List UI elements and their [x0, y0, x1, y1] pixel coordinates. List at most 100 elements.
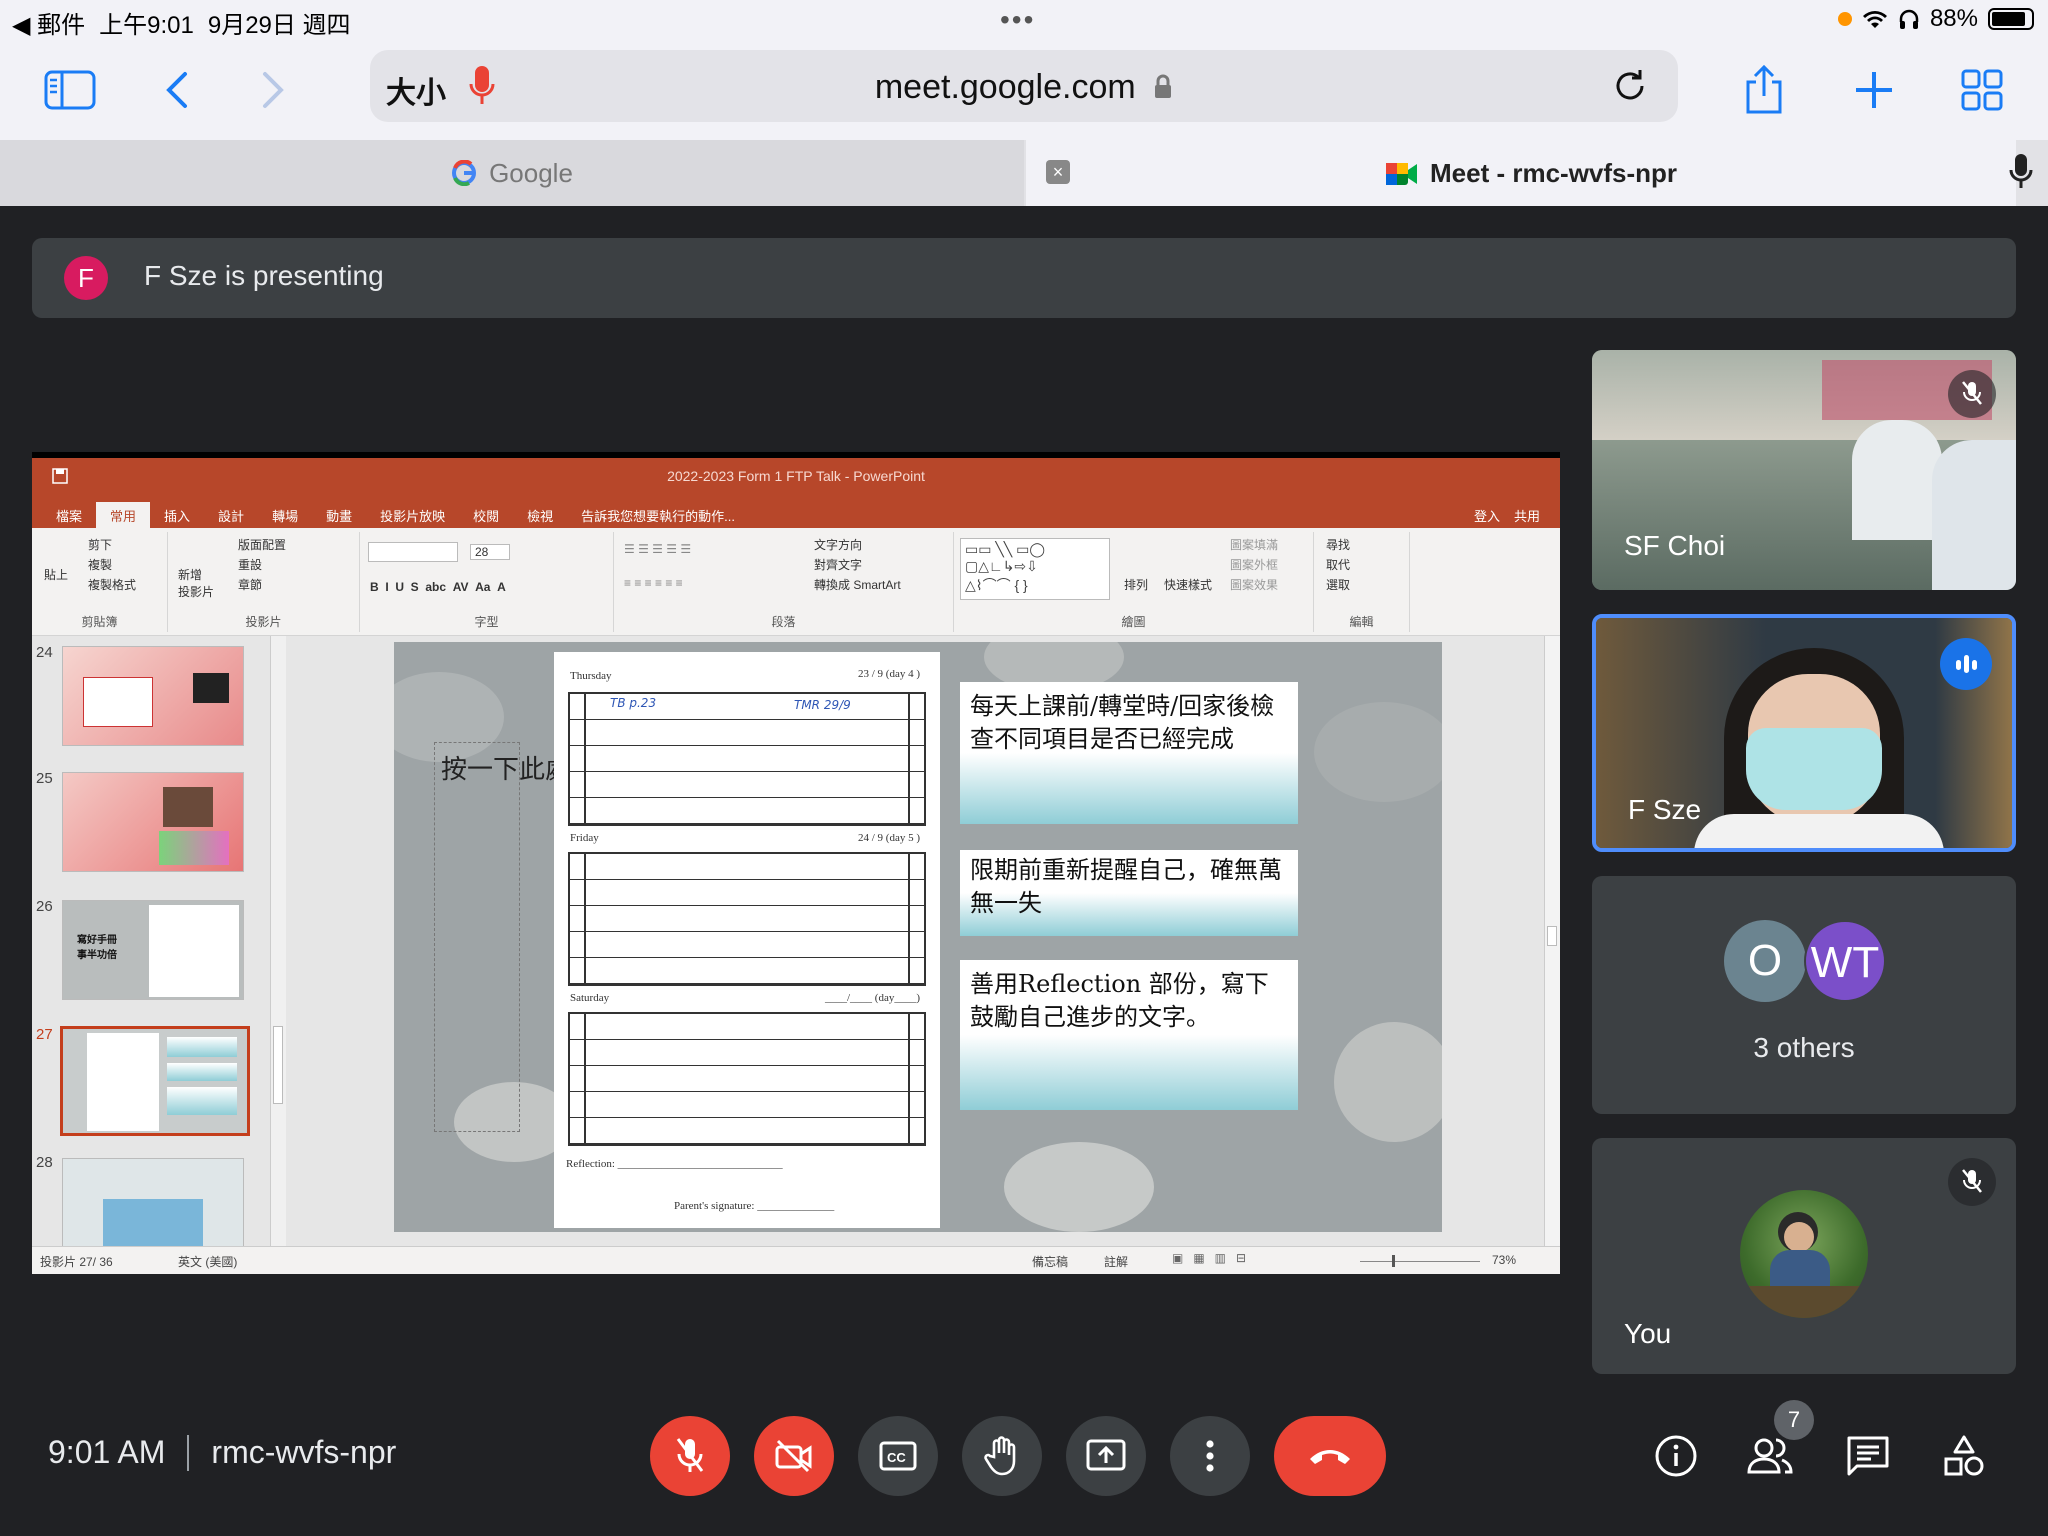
ppt-tab: 動畫 [326, 509, 353, 524]
ppt-tab: 校閱 [473, 509, 500, 524]
activities-button[interactable] [1934, 1426, 1994, 1486]
ribbon-group-font: 28 B I U S abc AV Aa A 字型 [360, 532, 614, 632]
captions-button[interactable]: CC [858, 1416, 938, 1496]
google-icon [452, 160, 477, 186]
address-bar[interactable]: 大小 meet.google.com [370, 50, 1678, 122]
participant-name: SF Choi [1624, 530, 1726, 561]
ribbon-group-drawing: ▭▭ ╲╲ ▭◯ ▢△∟↳⇨⇩ △⌇⌒⌒ { } 排列 快速樣式 圖案填滿 圖案… [954, 532, 1314, 632]
ppt-share: 共用 [1513, 509, 1540, 524]
thumbnail-scrollbar [270, 636, 286, 1246]
browser-toolbar: 大小 meet.google.com [0, 40, 2048, 140]
ppt-ribbon: 貼上 剪下 複製 複製格式 剪貼簿 新增 投影片 版面配置 重設 章節 投影片 … [32, 528, 1560, 636]
slide-canvas: 按一下此處 Thursday 23 / 9 (day 4 ) TB p.23 T… [394, 642, 1442, 1232]
divider [187, 1434, 190, 1471]
mic-off-icon [676, 1438, 704, 1472]
status-bar: ◀ 郵件 上午9:01 9月29日 週四 ••• 88% [0, 0, 2048, 40]
ppt-tab: 插入 [164, 509, 191, 524]
wifi-icon [1862, 11, 1887, 28]
lock-icon [1155, 74, 1172, 98]
presenting-text: F Sze is presenting [144, 260, 384, 291]
ribbon-group-editing: 尋找 取代 選取 編輯 [1314, 532, 1410, 632]
present-screen-button[interactable] [1066, 1416, 1146, 1496]
ppt-tab: 轉場 [272, 509, 299, 524]
battery-icon [1988, 8, 2034, 30]
muted-icon [1948, 370, 1996, 418]
presenting-banner: F F Sze is presenting [32, 238, 2016, 318]
meeting-details: 9:01 AM rmc-wvfs-npr [48, 1434, 396, 1471]
back-to-mail-link[interactable]: ◀ 郵件 [12, 5, 85, 40]
more-options-button[interactable] [1170, 1416, 1250, 1496]
participant-name: F Sze [1628, 794, 1702, 825]
participant-tile[interactable]: SF Choi [1592, 350, 2016, 590]
forward-icon[interactable] [244, 60, 304, 120]
back-icon[interactable] [146, 60, 206, 120]
slide-thumbnail [62, 772, 244, 872]
hang-up-icon [1310, 1450, 1350, 1464]
editor-scrollbar [1544, 636, 1560, 1246]
reload-icon[interactable] [1610, 66, 1650, 106]
ribbon-group-slides: 新增 投影片 版面配置 重設 章節 投影片 [168, 532, 360, 632]
sidebar-icon[interactable] [40, 60, 100, 120]
presenter-avatar: F [64, 256, 108, 300]
meeting-info-button[interactable] [1646, 1426, 1706, 1486]
new-tab-icon[interactable] [1844, 60, 1904, 120]
mic-in-use-indicator [1837, 12, 1852, 26]
ribbon-group-paragraph: 文字方向 對齊文字 轉換成 SmartArt ☰ ☰ ☰ ☰ ☰ ≡ ≡ ≡ ≡… [614, 532, 954, 632]
more-vert-icon [1206, 1440, 1214, 1472]
slide-thumbnail: 寫好手冊 事半功倍 [62, 900, 244, 1000]
ribbon-group-clipboard: 貼上 剪下 複製 複製格式 剪貼簿 [32, 532, 168, 632]
chat-icon [1847, 1436, 1889, 1476]
url-text[interactable]: meet.google.com [370, 68, 1678, 107]
share-icon[interactable] [1734, 60, 1794, 120]
meeting-time: 9:01 AM [48, 1434, 166, 1470]
clock: 上午9:01 [99, 12, 194, 39]
self-avatar [1740, 1190, 1868, 1318]
camera-off-button[interactable] [754, 1416, 834, 1496]
muted-icon [1948, 1158, 1996, 1206]
captions-icon: CC [879, 1441, 917, 1471]
camera-off-icon [775, 1439, 812, 1473]
dictation-mic-icon[interactable] [2008, 152, 2034, 192]
activities-icon [1944, 1435, 1984, 1476]
date: 9月29日 週四 [207, 12, 351, 39]
ppt-window-title: 2022-2023 Form 1 FTP Talk - PowerPoint [667, 468, 925, 484]
meeting-code: rmc-wvfs-npr [211, 1434, 397, 1470]
chat-button[interactable] [1838, 1426, 1898, 1486]
callout-box: 限期前重新提醒自己，確無萬無一失 [960, 850, 1298, 936]
ppt-tab: 檢視 [527, 509, 554, 524]
tab-meet[interactable]: × Meet - rmc-wvfs-npr [1026, 140, 2016, 206]
battery-percent: 88% [1929, 5, 1978, 32]
slide-thumbnails: 24 25 26 寫好手冊 事半功倍 27 28 [32, 636, 290, 1246]
participant-tile-self[interactable]: You [1592, 1138, 2016, 1374]
others-count: 3 others [1753, 1032, 1855, 1063]
google-meet-icon [1386, 162, 1417, 185]
participant-avatar: O [1724, 920, 1806, 1002]
slide-editor: 按一下此處 Thursday 23 / 9 (day 4 ) TB p.23 T… [290, 636, 1560, 1246]
callout-box: 每天上課前/轉堂時/回家後檢查不同項目是否已經完成 [960, 682, 1298, 824]
ppt-login: 登入 [1473, 509, 1500, 524]
slide-thumbnail [62, 646, 244, 746]
ppt-tell-me: 告訴我您想要執行的動作... [581, 509, 735, 524]
leave-call-button[interactable] [1274, 1416, 1386, 1496]
planner-page: Thursday 23 / 9 (day 4 ) TB p.23 TMR 29/… [554, 652, 940, 1228]
raise-hand-button[interactable] [962, 1416, 1042, 1496]
tab-bar: Google × Meet - rmc-wvfs-npr [0, 140, 2048, 206]
ppt-tab: 投影片放映 [380, 509, 446, 524]
ppt-ribbon-tabs: 檔案 常用 插入 設計 轉場 動畫 投影片放映 校閱 檢視 告訴我您想要執行的動… [42, 502, 749, 528]
tab-google[interactable]: Google [0, 140, 1024, 206]
callout-box: 善用Reflection 部份，寫下鼓勵自己進步的文字。 [960, 960, 1298, 1110]
tab-overview-icon[interactable] [1952, 60, 2012, 120]
participant-count-badge: 7 [1774, 1400, 1814, 1440]
mic-off-button[interactable] [650, 1416, 730, 1496]
participant-tile-active-speaker[interactable]: F Sze [1592, 614, 2016, 852]
ppt-title-bar: 2022-2023 Form 1 FTP Talk - PowerPoint 檔… [32, 458, 1560, 528]
multitasking-dots[interactable]: ••• [1000, 4, 1035, 36]
ppt-tab-home: 常用 [96, 502, 151, 528]
placeholder-textbox: 按一下此處 [434, 742, 571, 1132]
info-icon [1655, 1435, 1697, 1477]
ppt-tab: 檔案 [56, 509, 83, 524]
svg-text:CC: CC [887, 1450, 906, 1465]
participant-tile-others[interactable]: O WT 3 others [1592, 876, 2016, 1114]
close-tab-icon[interactable]: × [1046, 160, 1070, 184]
slide-thumbnail-current [60, 1026, 250, 1136]
